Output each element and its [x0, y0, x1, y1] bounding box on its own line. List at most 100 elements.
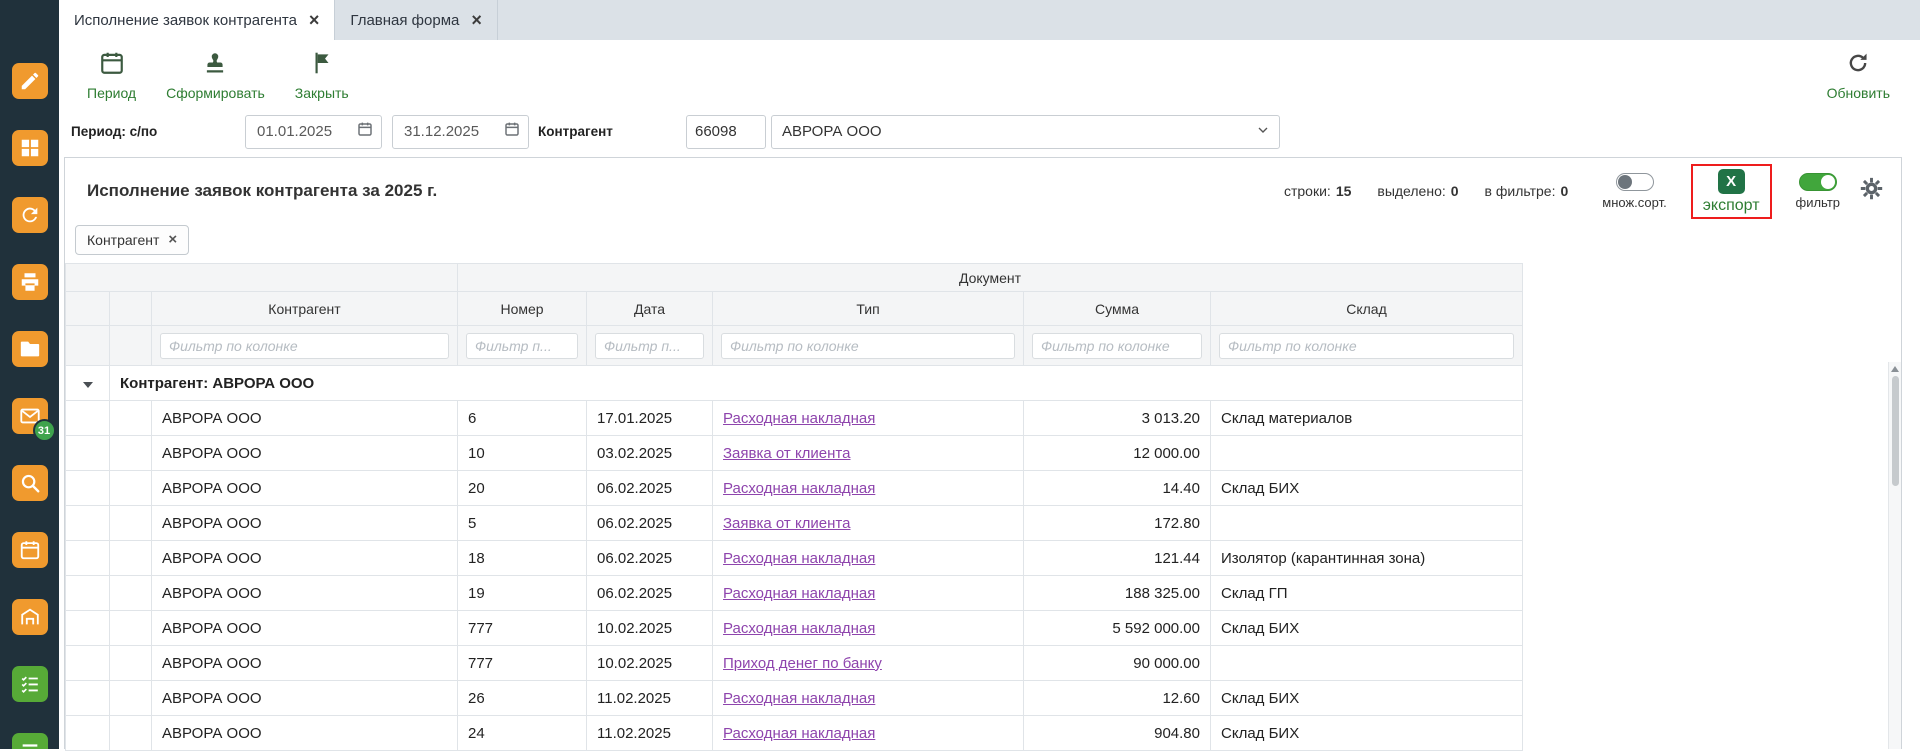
- close-button[interactable]: Закрыть: [295, 50, 349, 101]
- cell-sum: 904.80: [1024, 716, 1211, 751]
- export-button[interactable]: X экспорт: [1691, 164, 1772, 219]
- print-icon[interactable]: [12, 264, 48, 300]
- settings-button[interactable]: [1858, 175, 1885, 207]
- cell-number: 777: [458, 611, 587, 646]
- table-row[interactable]: АВРОРА ООО 18 06.02.2025 Расходная накла…: [66, 541, 1523, 576]
- col-type[interactable]: Тип: [713, 292, 1024, 326]
- refresh-button[interactable]: Обновить: [1827, 50, 1890, 101]
- multisort-toggle[interactable]: [1616, 173, 1654, 191]
- cell-sum: 3 013.20: [1024, 401, 1211, 436]
- filtered-count: 0: [1560, 183, 1568, 199]
- filter-toggle[interactable]: [1799, 173, 1837, 191]
- chip-close-icon[interactable]: ×: [168, 232, 177, 247]
- period-button[interactable]: Период: [87, 50, 136, 101]
- menu-icon[interactable]: [12, 733, 48, 749]
- cell-contractor: АВРОРА ООО: [152, 401, 458, 436]
- tasks-icon[interactable]: [12, 666, 48, 702]
- cell-contractor: АВРОРА ООО: [152, 681, 458, 716]
- table-row[interactable]: АВРОРА ООО 6 17.01.2025 Расходная наклад…: [66, 401, 1523, 436]
- group-row[interactable]: Контрагент: АВРОРА ООО: [66, 366, 1523, 401]
- doc-type-link[interactable]: Расходная накладная: [723, 410, 875, 427]
- filter-sum-input[interactable]: [1032, 333, 1202, 359]
- calendar-icon[interactable]: [12, 532, 48, 568]
- date-from-value[interactable]: [255, 122, 357, 141]
- chevron-down-icon[interactable]: [1255, 122, 1271, 142]
- col-date[interactable]: Дата: [587, 292, 713, 326]
- cell-select: [110, 611, 152, 646]
- doc-type-link[interactable]: Расходная накладная: [723, 690, 875, 707]
- group-expander[interactable]: [66, 366, 110, 401]
- doc-type-link[interactable]: Расходная накладная: [723, 550, 875, 567]
- table-row[interactable]: АВРОРА ООО 777 10.02.2025 Приход денег п…: [66, 646, 1523, 681]
- col-expander: [66, 292, 110, 326]
- tab-report[interactable]: Исполнение заявок контрагента ×: [59, 0, 335, 40]
- filter-contractor-input[interactable]: [160, 333, 449, 359]
- generate-button[interactable]: Сформировать: [166, 50, 265, 101]
- doc-type-link[interactable]: Заявка от клиента: [723, 515, 850, 532]
- table-body: Контрагент: АВРОРА ООО АВРОРА ООО 6 17.0…: [66, 366, 1523, 751]
- period-range-label: Период: с/по: [71, 124, 245, 139]
- tab-main-form[interactable]: Главная форма ×: [335, 0, 497, 40]
- doc-group-header: Документ: [458, 264, 1523, 292]
- group-row-label: Контрагент: АВРОРА ООО: [110, 366, 1523, 401]
- date-to-input[interactable]: [392, 115, 529, 149]
- edit-icon[interactable]: [12, 63, 48, 99]
- cell-type: Заявка от клиента: [713, 506, 1024, 541]
- cell-date: 06.02.2025: [587, 471, 713, 506]
- table-row[interactable]: АВРОРА ООО 10 03.02.2025 Заявка от клиен…: [66, 436, 1523, 471]
- cell-number: 20: [458, 471, 587, 506]
- scroll-up-arrow[interactable]: [1891, 366, 1899, 372]
- scrollbar-thumb[interactable]: [1892, 376, 1899, 486]
- doc-type-link[interactable]: Приход денег по банку: [723, 655, 882, 672]
- date-to-value[interactable]: [402, 122, 504, 141]
- cell-type: Расходная накладная: [713, 576, 1024, 611]
- rows-count: 15: [1336, 183, 1352, 199]
- doc-type-link[interactable]: Расходная накладная: [723, 585, 875, 602]
- tab-close-icon[interactable]: ×: [309, 11, 320, 29]
- contractor-select[interactable]: АВРОРА ООО: [771, 115, 1280, 149]
- col-number[interactable]: Номер: [458, 292, 587, 326]
- cell-expander: [66, 541, 110, 576]
- panel-header: Исполнение заявок контрагента за 2025 г.…: [65, 158, 1901, 216]
- mail-icon[interactable]: 31: [12, 398, 48, 434]
- doc-type-link[interactable]: Заявка от клиента: [723, 445, 850, 462]
- contractor-code-input[interactable]: [686, 115, 766, 149]
- caret-down-icon[interactable]: [83, 382, 93, 388]
- doc-type-link[interactable]: Расходная накладная: [723, 480, 875, 497]
- table-row[interactable]: АВРОРА ООО 26 11.02.2025 Расходная накла…: [66, 681, 1523, 716]
- date-from-input[interactable]: [245, 115, 382, 149]
- stats: строки:15 выделено:0 в фильтре:0: [1284, 183, 1568, 199]
- cell-type: Заявка от клиента: [713, 436, 1024, 471]
- filter-date-input[interactable]: [595, 333, 704, 359]
- col-contractor[interactable]: Контрагент: [152, 292, 458, 326]
- cell-number: 24: [458, 716, 587, 751]
- group-chip-contractor[interactable]: Контрагент ×: [75, 225, 189, 255]
- search-icon[interactable]: [12, 465, 48, 501]
- table-row[interactable]: АВРОРА ООО 24 11.02.2025 Расходная накла…: [66, 716, 1523, 751]
- cell-type: Расходная накладная: [713, 716, 1024, 751]
- sync-icon[interactable]: [12, 197, 48, 233]
- col-sum[interactable]: Сумма: [1024, 292, 1211, 326]
- table-row[interactable]: АВРОРА ООО 777 10.02.2025 Расходная накл…: [66, 611, 1523, 646]
- cell-date: 17.01.2025: [587, 401, 713, 436]
- modules-icon[interactable]: [12, 130, 48, 166]
- filter-number-input[interactable]: [466, 333, 578, 359]
- table-row[interactable]: АВРОРА ООО 19 06.02.2025 Расходная накла…: [66, 576, 1523, 611]
- calendar-icon[interactable]: [357, 121, 373, 142]
- tab-close-icon[interactable]: ×: [471, 11, 482, 29]
- table-row[interactable]: АВРОРА ООО 5 06.02.2025 Заявка от клиент…: [66, 506, 1523, 541]
- col-warehouse[interactable]: Склад: [1211, 292, 1523, 326]
- cell-date: 10.02.2025: [587, 611, 713, 646]
- cell-type: Расходная накладная: [713, 681, 1024, 716]
- filter-control: фильтр: [1796, 173, 1840, 210]
- vertical-scrollbar[interactable]: [1888, 362, 1901, 749]
- folder-icon[interactable]: [12, 331, 48, 367]
- warehouse-icon[interactable]: [12, 599, 48, 635]
- doc-type-link[interactable]: Расходная накладная: [723, 620, 875, 637]
- calendar-icon[interactable]: [504, 121, 520, 142]
- doc-type-link[interactable]: Расходная накладная: [723, 725, 875, 742]
- filter-type-input[interactable]: [721, 333, 1015, 359]
- filter-label: фильтр: [1796, 195, 1840, 210]
- filter-warehouse-input[interactable]: [1219, 333, 1514, 359]
- table-row[interactable]: АВРОРА ООО 20 06.02.2025 Расходная накла…: [66, 471, 1523, 506]
